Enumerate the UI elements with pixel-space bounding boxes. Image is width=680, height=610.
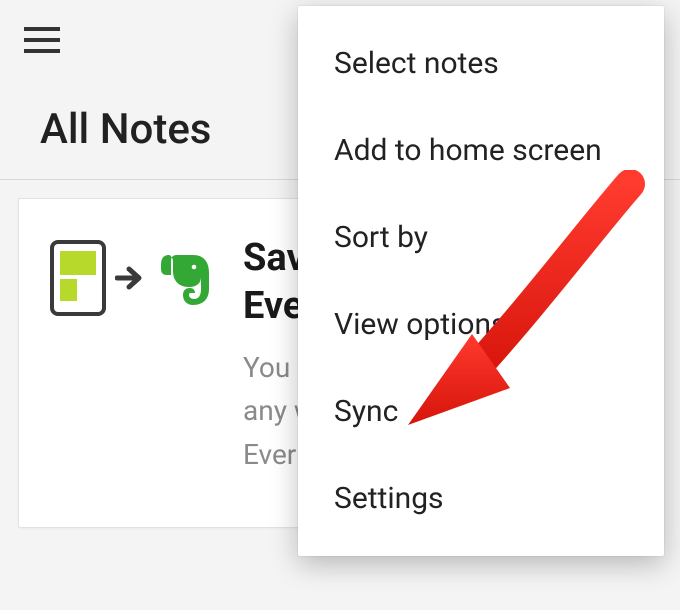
overflow-menu: Select notes Add to home screen Sort by … [298,6,664,556]
menu-item-sync[interactable]: Sync [298,368,664,455]
evernote-icon [157,247,215,309]
page-title: All Notes [40,105,211,154]
menu-item-settings[interactable]: Settings [298,455,664,542]
menu-button[interactable] [24,20,64,60]
menu-item-view-options[interactable]: View options [298,281,664,368]
menu-item-add-to-home[interactable]: Add to home screen [298,107,664,194]
phone-icon [49,239,107,317]
menu-item-select-notes[interactable]: Select notes [298,20,664,107]
card-illustration [49,239,215,317]
arrow-right-icon [115,263,149,293]
menu-item-sort-by[interactable]: Sort by [298,194,664,281]
